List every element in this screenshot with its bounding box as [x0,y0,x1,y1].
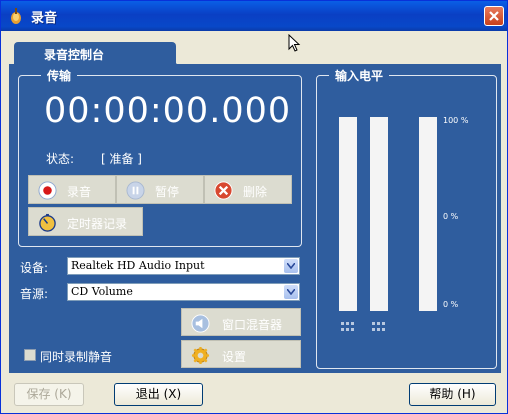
right-channel-meter [370,117,388,311]
close-button[interactable] [484,6,504,26]
save-button[interactable]: 保存 (K) [14,383,84,406]
delete-label: 删除 [243,185,268,199]
tab-label: 录音控制台 [44,48,105,62]
delete-button[interactable]: 删除 [204,175,292,204]
tab-edge [149,42,177,64]
record-icon [38,181,57,200]
pause-label: 暂停 [155,185,180,199]
close-icon [489,11,499,21]
record-button[interactable]: 录音 [28,175,116,204]
gear-icon [191,346,210,365]
pause-button[interactable]: 暂停 [116,175,204,204]
settings-label: 设置 [222,350,247,364]
mixer-button[interactable]: 窗口混音器 [181,308,301,336]
transfer-group-title: 传输 [41,67,78,84]
left-channel-meter [339,117,357,311]
left-meter-indicator-icon [341,322,354,331]
source-label: 音源: [20,287,49,301]
device-label: 设备: [20,261,49,275]
reference-scale-bar [419,117,437,311]
mixer-label: 窗口混音器 [222,318,283,332]
pause-icon [126,181,145,200]
settings-button[interactable]: 设置 [181,340,301,368]
exit-button[interactable]: 退出 (X) [114,383,203,406]
app-icon [11,8,21,24]
mouse-cursor-icon [288,34,301,52]
status-value: [ 准备 ] [101,152,142,166]
speaker-icon [191,314,210,333]
recording-window: 录音 录音控制台 传输 00:00:00.000 状态: [ 准备 ] 录音 暂… [0,0,508,414]
record-silence-checkbox[interactable] [24,349,36,361]
device-select[interactable]: Realtek HD Audio Input [67,257,300,275]
stopwatch-icon [39,213,56,232]
device-dropdown-arrow[interactable] [284,259,298,273]
window-title: 录音 [31,11,58,26]
status-label: 状态: [46,152,75,166]
chevron-down-icon [287,263,295,269]
source-value: CD Volume [71,285,133,298]
help-button[interactable]: 帮助 (H) [409,383,496,406]
input-level-title: 输入电平 [329,67,390,84]
source-select[interactable]: CD Volume [67,283,300,301]
right-meter-indicator-icon [372,322,385,331]
device-value: Realtek HD Audio Input [71,259,205,272]
chevron-down-icon [287,289,295,295]
record-label: 录音 [67,185,92,199]
title-bar[interactable]: 录音 [1,1,507,31]
elapsed-timer: 00:00:00.000 [44,91,292,131]
delete-icon [214,181,233,200]
record-silence-label: 同时录制静音 [40,350,113,364]
timer-record-button[interactable]: 定时器记录 [28,207,143,236]
scale-mid-label: 0 % [443,212,459,221]
timer-record-label: 定时器记录 [67,217,128,231]
scale-bottom-label: 0 % [443,300,459,309]
scale-top-label: 100 % [443,116,469,125]
source-dropdown-arrow[interactable] [284,285,298,299]
